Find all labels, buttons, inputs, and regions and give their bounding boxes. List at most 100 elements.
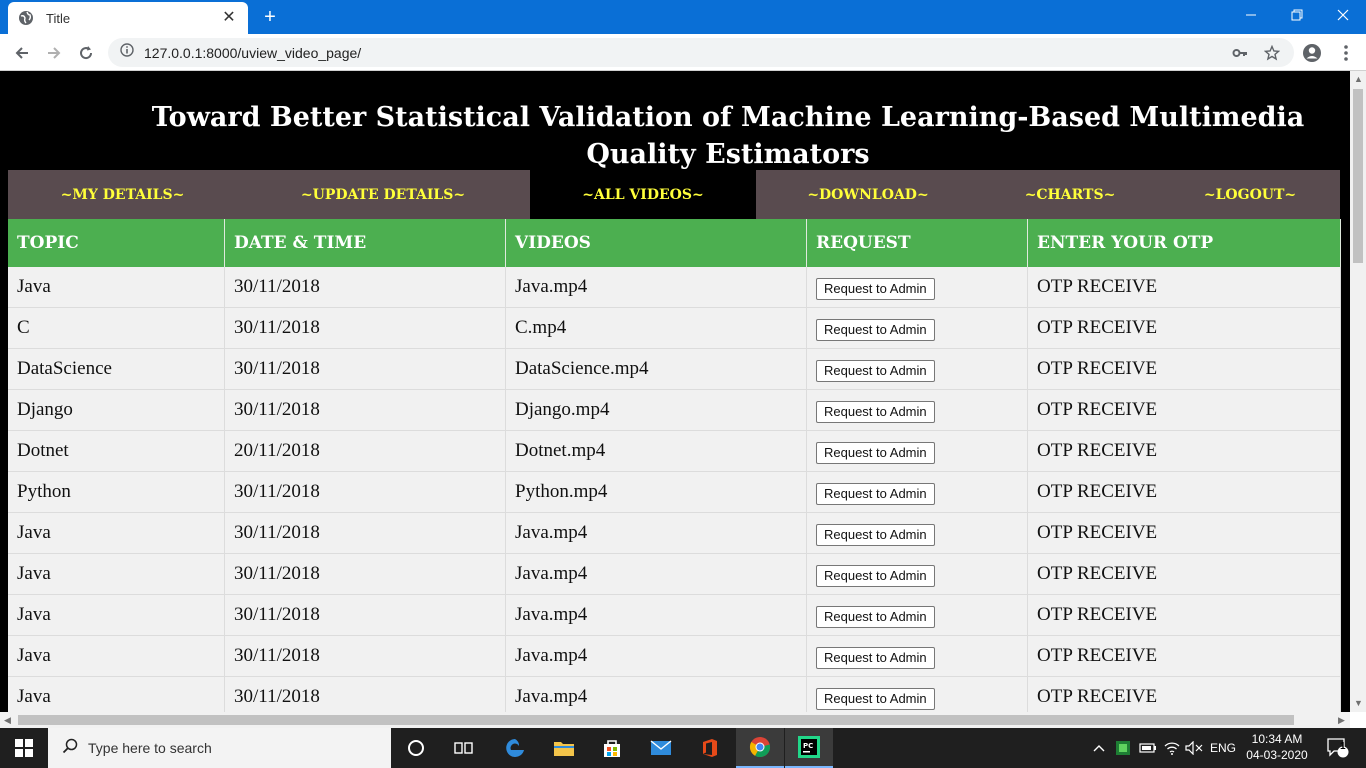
clock-date: 04-03-2020 <box>1246 748 1308 762</box>
horizontal-scrollbar[interactable]: ◀ ▶ <box>0 712 1350 728</box>
otp-cell: OTP RECEIVE <box>1028 472 1341 512</box>
back-icon[interactable] <box>10 41 34 65</box>
request-to-admin-button[interactable]: Request to Admin <box>816 318 935 341</box>
vertical-scroll-thumb[interactable] <box>1353 89 1363 263</box>
request-to-admin-button[interactable]: Request to Admin <box>816 687 935 710</box>
url-text: 127.0.0.1:8000/uview_video_page/ <box>144 44 362 61</box>
topic-cell: DataScience <box>8 349 225 389</box>
browser-tab[interactable]: Title ✕ <box>8 2 248 34</box>
request-to-admin-button[interactable]: Request to Admin <box>816 646 935 669</box>
menu-download[interactable]: ~DOWNLOAD~ <box>756 170 980 219</box>
topic-cell: Java <box>8 513 225 553</box>
menu-all-videos[interactable]: ~ALL VIDEOS~ <box>530 170 756 219</box>
address-bar[interactable]: 127.0.0.1:8000/uview_video_page/ <box>108 38 1294 67</box>
notification-center-icon[interactable]: 1 <box>1318 728 1358 768</box>
request-to-admin-button[interactable]: Request to Admin <box>816 564 935 587</box>
browser-tab-bar: Title ✕ + <box>0 0 1366 34</box>
reload-icon[interactable] <box>74 41 98 65</box>
video-cell: Java.mp4 <box>506 554 807 594</box>
topic-cell: Java <box>8 554 225 594</box>
close-tab-icon[interactable]: ✕ <box>220 9 238 27</box>
request-cell: Request to Admin <box>807 431 1028 471</box>
table-row: Java 30/11/2018 Java.mp4 Request to Admin OT… <box>8 595 1341 636</box>
office-icon[interactable] <box>686 728 734 768</box>
wifi-icon[interactable] <box>1162 728 1182 768</box>
chrome-icon[interactable] <box>736 728 784 768</box>
file-explorer-icon[interactable] <box>540 728 588 768</box>
scroll-right-icon[interactable]: ▶ <box>1338 715 1345 726</box>
table-row: DataScience 30/11/2018 DataScience.mp4 Requ… <box>8 349 1341 390</box>
store-icon[interactable] <box>588 728 636 768</box>
tray-app-icon[interactable] <box>1112 728 1134 768</box>
request-to-admin-button[interactable]: Request to Admin <box>816 605 935 628</box>
topic-cell: C <box>8 308 225 348</box>
edge-icon[interactable] <box>491 728 539 768</box>
topic-cell: Java <box>8 636 225 676</box>
table-row: Python 30/11/2018 Python.mp4 Request to Adm… <box>8 472 1341 513</box>
topic-cell: Python <box>8 472 225 512</box>
cortana-icon[interactable] <box>392 728 440 768</box>
menu-charts[interactable]: ~CHARTS~ <box>980 170 1160 219</box>
topic-cell: Java <box>8 267 225 307</box>
show-hidden-icons-icon[interactable] <box>1090 728 1108 768</box>
search-icon <box>62 738 78 759</box>
date-cell: 30/11/2018 <box>225 390 506 430</box>
menu-my-details[interactable]: ~MY DETAILS~ <box>8 170 237 219</box>
video-cell: Dotnet.mp4 <box>506 431 807 471</box>
request-to-admin-button[interactable]: Request to Admin <box>816 441 935 464</box>
otp-cell: OTP RECEIVE <box>1028 677 1341 712</box>
otp-cell: OTP RECEIVE <box>1028 431 1341 471</box>
request-cell: Request to Admin <box>807 513 1028 553</box>
account-icon[interactable] <box>1300 41 1324 65</box>
otp-cell: OTP RECEIVE <box>1028 390 1341 430</box>
pycharm-icon[interactable]: PC <box>785 728 833 768</box>
close-window-icon[interactable] <box>1320 0 1366 30</box>
scroll-down-icon[interactable]: ▼ <box>1354 698 1363 708</box>
new-tab-button[interactable]: + <box>258 6 282 28</box>
request-cell: Request to Admin <box>807 595 1028 635</box>
date-cell: 30/11/2018 <box>225 595 506 635</box>
request-to-admin-button[interactable]: Request to Admin <box>816 359 935 382</box>
otp-cell: OTP RECEIVE <box>1028 267 1341 307</box>
info-icon[interactable] <box>120 43 134 62</box>
request-to-admin-button[interactable]: Request to Admin <box>816 277 935 300</box>
topic-cell: Django <box>8 390 225 430</box>
bookmark-star-icon[interactable] <box>1260 41 1284 65</box>
forward-icon[interactable] <box>42 41 66 65</box>
video-cell: Django.mp4 <box>506 390 807 430</box>
topic-cell: Java <box>8 595 225 635</box>
key-icon[interactable] <box>1228 41 1252 65</box>
task-view-icon[interactable] <box>440 728 488 768</box>
table-header: TOPIC DATE & TIME VIDEOS REQUEST ENTER Y… <box>8 219 1341 267</box>
clock-time: 10:34 AM <box>1251 732 1303 746</box>
battery-icon[interactable] <box>1138 728 1158 768</box>
date-cell: 20/11/2018 <box>225 431 506 471</box>
taskbar-search-box[interactable]: Type here to search <box>48 728 391 768</box>
otp-cell: OTP RECEIVE <box>1028 636 1341 676</box>
language-indicator[interactable]: ENG <box>1206 728 1240 768</box>
vertical-scrollbar[interactable]: ▲ ▼ <box>1350 71 1366 712</box>
menu-logout[interactable]: ~LOGOUT~ <box>1160 170 1340 219</box>
topic-cell: Dotnet <box>8 431 225 471</box>
menu-dots-icon[interactable] <box>1334 41 1358 65</box>
table-row: Java 30/11/2018 Java.mp4 Request to Admin OT… <box>8 677 1341 712</box>
otp-cell: OTP RECEIVE <box>1028 595 1341 635</box>
taskbar-clock[interactable]: 10:34 AM 04-03-2020 <box>1236 731 1318 763</box>
restore-icon[interactable] <box>1274 0 1320 30</box>
menu-update-details[interactable]: ~UPDATE DETAILS~ <box>237 170 529 219</box>
request-to-admin-button[interactable]: Request to Admin <box>816 482 935 505</box>
request-to-admin-button[interactable]: Request to Admin <box>816 400 935 423</box>
request-cell: Request to Admin <box>807 472 1028 512</box>
request-to-admin-button[interactable]: Request to Admin <box>816 523 935 546</box>
date-cell: 30/11/2018 <box>225 636 506 676</box>
scroll-up-icon[interactable]: ▲ <box>1354 74 1363 84</box>
search-placeholder: Type here to search <box>88 740 212 756</box>
volume-muted-icon[interactable] <box>1184 728 1204 768</box>
date-cell: 30/11/2018 <box>225 677 506 712</box>
horizontal-scroll-thumb[interactable] <box>18 715 1294 725</box>
scroll-left-icon[interactable]: ◀ <box>4 715 11 726</box>
mail-icon[interactable] <box>637 728 685 768</box>
request-cell: Request to Admin <box>807 308 1028 348</box>
minimize-icon[interactable] <box>1228 0 1274 30</box>
windows-start-icon[interactable] <box>0 728 48 768</box>
